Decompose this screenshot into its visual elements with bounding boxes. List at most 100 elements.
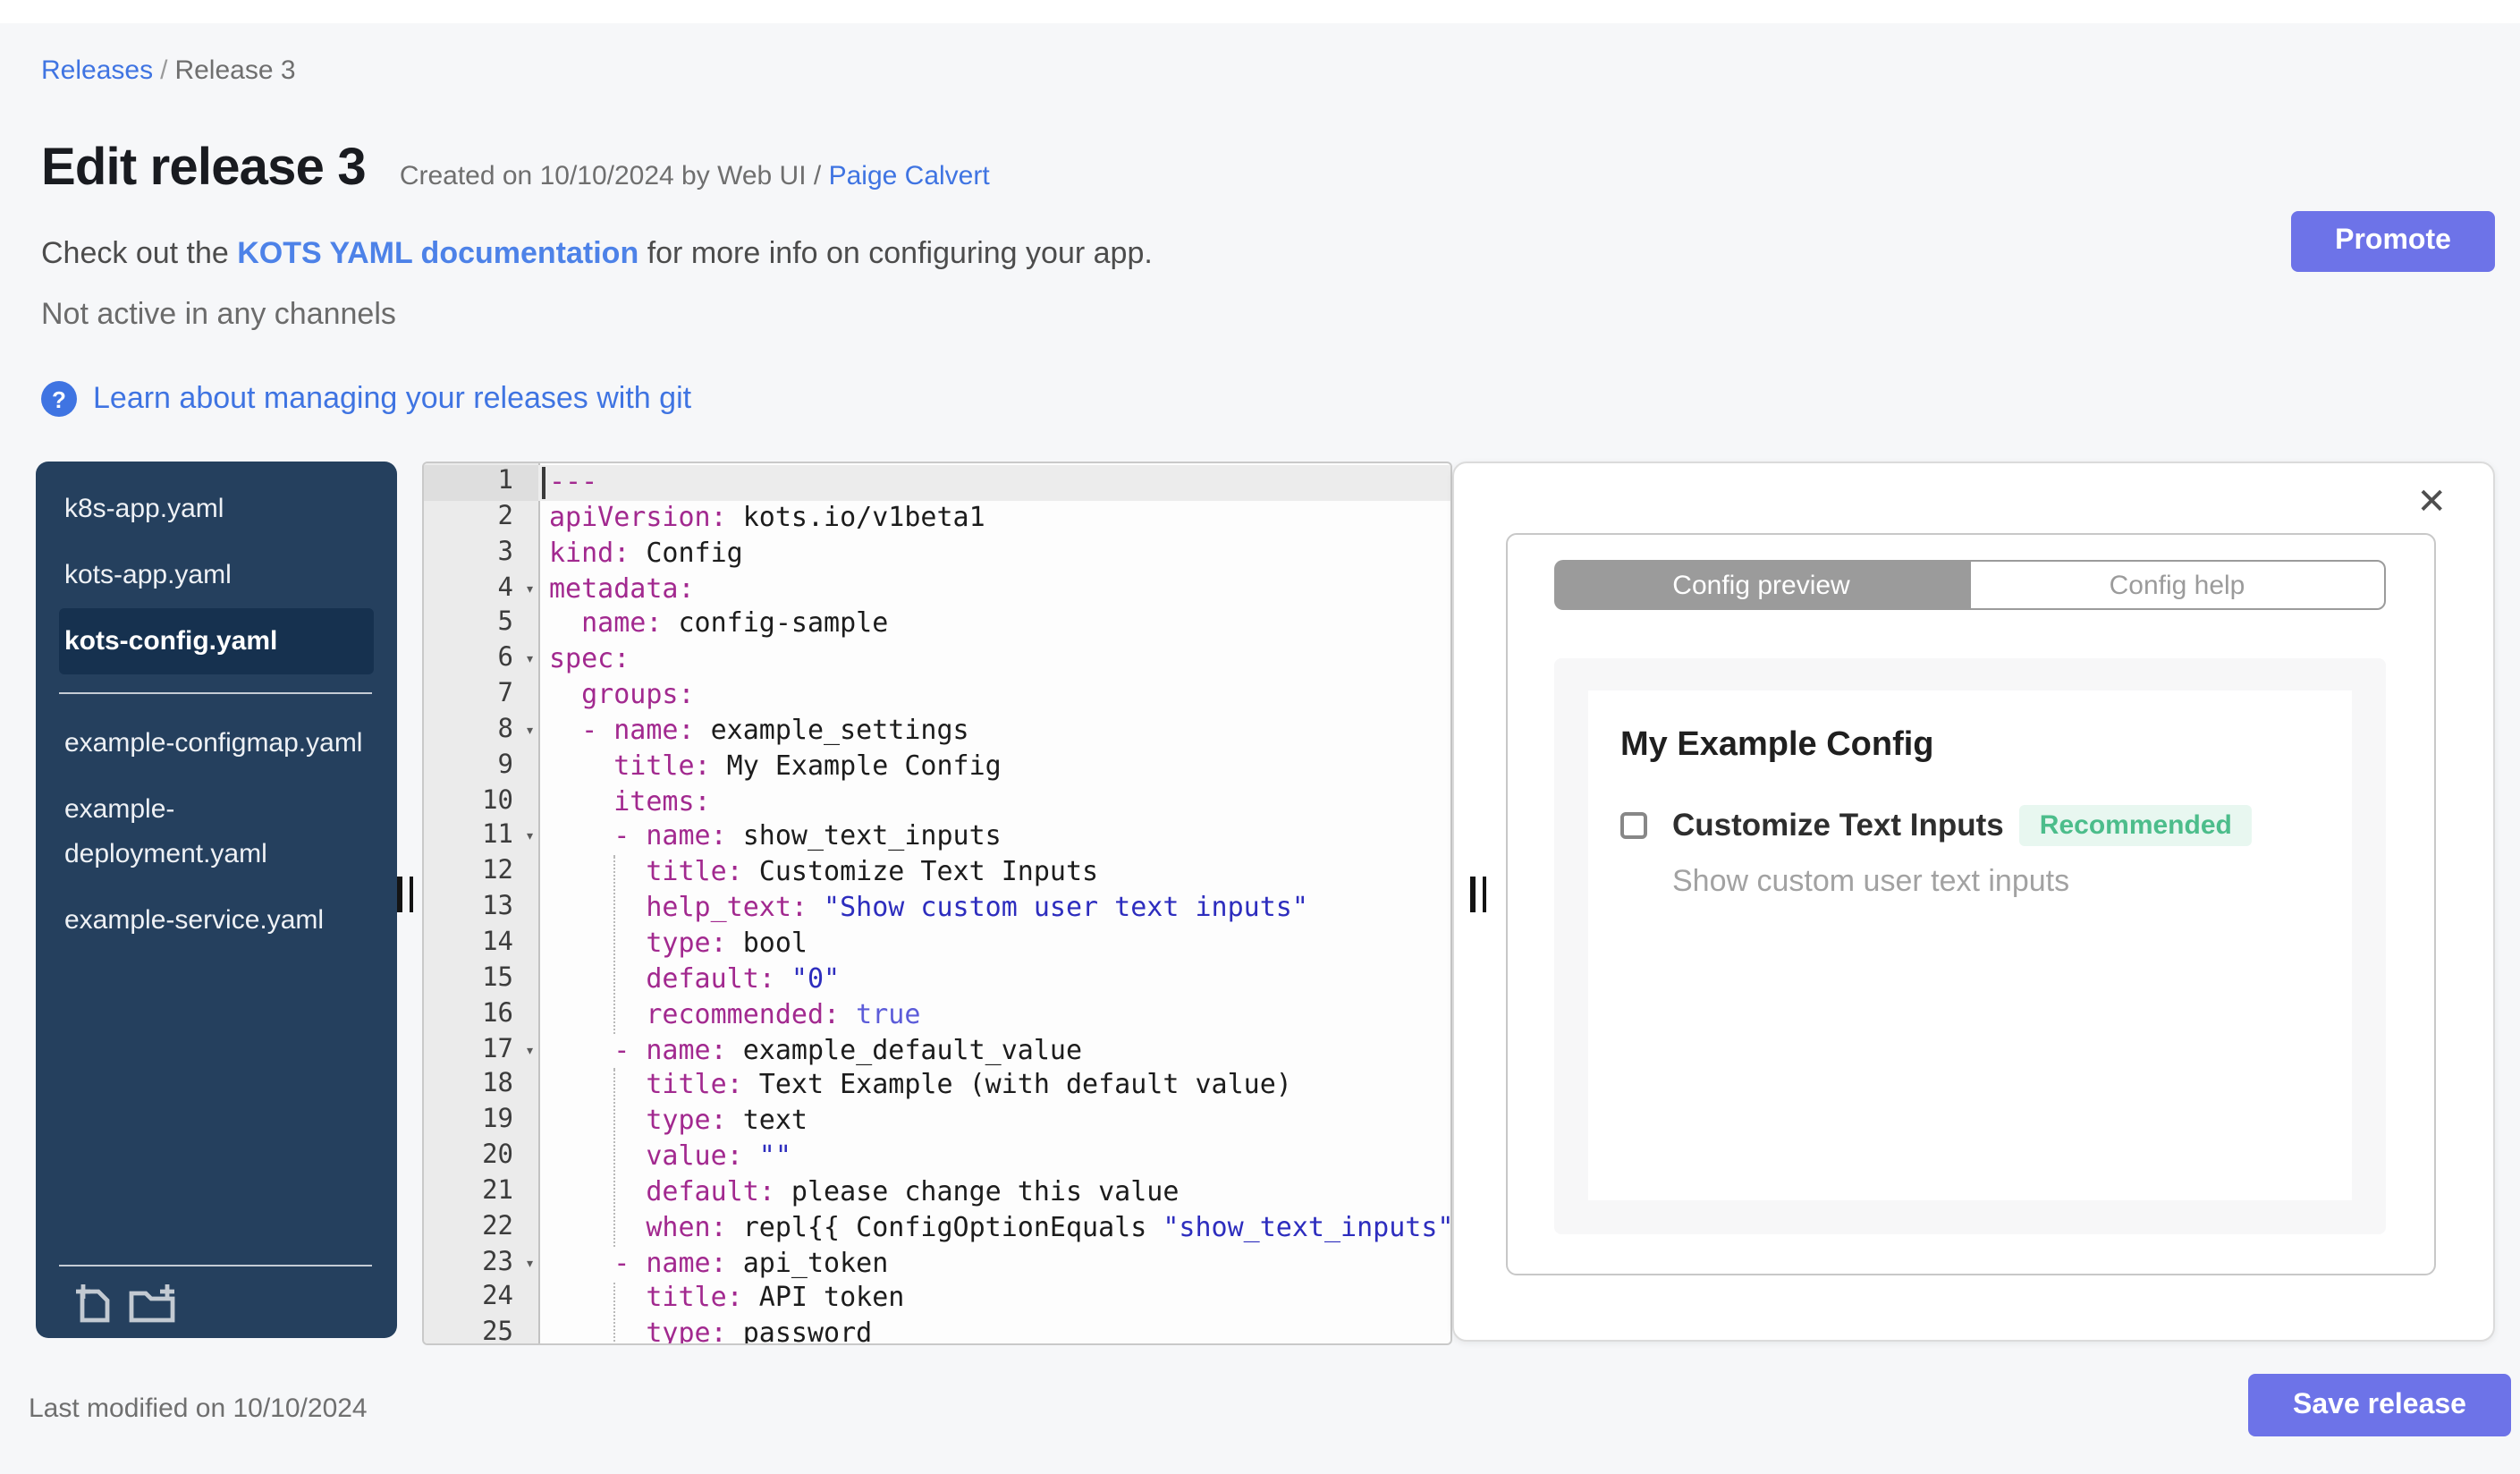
promote-button[interactable]: Promote bbox=[2291, 211, 2495, 272]
config-checkbox[interactable] bbox=[1620, 812, 1647, 839]
resize-handle-left[interactable] bbox=[397, 877, 413, 912]
git-releases-link[interactable]: Learn about managing your releases with … bbox=[93, 381, 691, 417]
code-line[interactable]: 15 default: "0" bbox=[424, 962, 1450, 998]
code-text: - name: api_token bbox=[538, 1246, 1450, 1282]
fold-arrow-icon[interactable]: ▾ bbox=[525, 822, 535, 858]
code-token: Customize Text Inputs bbox=[742, 855, 1099, 888]
line-number: 21 bbox=[482, 1176, 513, 1206]
code-token: true bbox=[840, 997, 921, 1030]
file-item[interactable]: example-configmap.yaml bbox=[59, 710, 374, 776]
file-item[interactable]: kots-app.yaml bbox=[59, 542, 374, 608]
docs-prefix: Check out the bbox=[41, 236, 238, 270]
code-token: title: bbox=[613, 749, 711, 782]
code-token: type: bbox=[646, 1104, 727, 1137]
created-user-link[interactable]: Paige Calvert bbox=[829, 161, 990, 191]
code-line[interactable]: 24 title: API token bbox=[424, 1282, 1450, 1317]
code-token: title: bbox=[646, 1068, 743, 1101]
add-folder-icon bbox=[129, 1283, 175, 1322]
code-line[interactable]: 4 ▾ metadata: bbox=[424, 572, 1450, 607]
code-line[interactable]: 16 recommended: true bbox=[424, 997, 1450, 1033]
line-number: 24 bbox=[482, 1283, 513, 1312]
code-token: API token bbox=[742, 1281, 905, 1314]
line-number: 6 ▾ bbox=[424, 642, 538, 678]
code-line[interactable]: 2 apiVersion: kots.io/v1beta1 bbox=[424, 501, 1450, 537]
code-token: value: bbox=[646, 1139, 743, 1173]
code-line[interactable]: 20 value: "" bbox=[424, 1139, 1450, 1175]
code-token: metadata: bbox=[549, 572, 695, 605]
channel-status: Not active in any channels bbox=[41, 297, 396, 331]
code-token: bool bbox=[726, 926, 808, 959]
code-token: when: bbox=[646, 1210, 727, 1243]
code-line[interactable]: 21 default: please change this value bbox=[424, 1175, 1450, 1211]
code-token: spec: bbox=[549, 642, 630, 675]
file-item[interactable]: example-deployment.yaml bbox=[59, 776, 374, 887]
code-line[interactable]: 5 name: config-sample bbox=[424, 607, 1450, 643]
code-text: help_text: "Show custom user text inputs… bbox=[538, 891, 1450, 927]
fold-arrow-icon[interactable]: ▾ bbox=[525, 644, 535, 680]
kots-docs-link[interactable]: KOTS YAML documentation bbox=[237, 236, 638, 270]
code-line[interactable]: 22 when: repl{{ ConfigOptionEquals "show… bbox=[424, 1210, 1450, 1246]
file-list: k8s-app.yaml kots-app.yaml kots-config.yam… bbox=[36, 462, 397, 1265]
code-text: apiVersion: kots.io/v1beta1 bbox=[538, 501, 1450, 537]
code-line[interactable]: 23 ▾ - name: api_token bbox=[424, 1246, 1450, 1282]
code-line[interactable]: 11 ▾ - name: show_text_inputs bbox=[424, 820, 1450, 856]
code-line[interactable]: 1 --- bbox=[424, 465, 1450, 501]
tab-config-preview[interactable]: Config preview bbox=[1554, 560, 1968, 610]
code-line[interactable]: 25 type: password bbox=[424, 1317, 1450, 1345]
add-file-button[interactable] bbox=[75, 1282, 113, 1323]
code-line[interactable]: 6 ▾ spec: bbox=[424, 642, 1450, 678]
code-token: apiVersion: bbox=[549, 500, 727, 533]
close-icon[interactable]: ✕ bbox=[2416, 483, 2447, 522]
line-number: 10 bbox=[482, 786, 513, 816]
line-number: 12 bbox=[482, 857, 513, 886]
code-token: My Example Config bbox=[710, 749, 1002, 782]
code-line[interactable]: 19 type: text bbox=[424, 1104, 1450, 1139]
save-release-button[interactable]: Save release bbox=[2248, 1374, 2511, 1436]
code-token: - name: bbox=[613, 1246, 727, 1279]
help-question-icon[interactable]: ? bbox=[41, 381, 77, 417]
code-line[interactable]: 12 title: Customize Text Inputs bbox=[424, 856, 1450, 892]
fold-arrow-icon[interactable]: ▾ bbox=[525, 1248, 535, 1283]
docs-line: Check out the KOTS YAML documentation fo… bbox=[41, 236, 1153, 270]
code-token: repl{{ ConfigOptionEquals bbox=[726, 1210, 1163, 1243]
add-folder-button[interactable] bbox=[129, 1282, 177, 1323]
code-line[interactable]: 7 groups: bbox=[424, 678, 1450, 714]
line-number: 16 bbox=[482, 999, 513, 1029]
code-line[interactable]: 9 title: My Example Config bbox=[424, 750, 1450, 785]
file-item[interactable]: kots-config.yaml bbox=[59, 608, 374, 674]
fold-arrow-icon[interactable]: ▾ bbox=[525, 573, 535, 609]
line-number: 22 bbox=[482, 1212, 513, 1241]
code-line[interactable]: 14 type: bool bbox=[424, 927, 1450, 962]
line-number: 20 bbox=[482, 1141, 513, 1171]
code-text: title: API token bbox=[538, 1282, 1450, 1317]
code-token: type: bbox=[646, 1317, 727, 1345]
code-text: --- bbox=[538, 465, 1450, 501]
code-token: help_text: bbox=[646, 891, 808, 924]
file-item[interactable]: example-service.yaml bbox=[59, 887, 374, 953]
code-line[interactable]: 17 ▾ - name: example_default_value bbox=[424, 1033, 1450, 1069]
tab-config-help[interactable]: Config help bbox=[1968, 560, 2386, 610]
code-token: items: bbox=[613, 784, 711, 817]
fold-arrow-icon[interactable]: ▾ bbox=[525, 1035, 535, 1071]
code-line[interactable]: 3 kind: Config bbox=[424, 536, 1450, 572]
code-token: "0" bbox=[774, 961, 841, 995]
fold-arrow-icon[interactable]: ▾ bbox=[525, 716, 535, 751]
text-cursor bbox=[542, 467, 545, 499]
yaml-editor[interactable]: 1 --- 2 apiVersion: kots.io/v1beta1 3 kind: C… bbox=[422, 462, 1452, 1345]
code-line[interactable]: 18 title: Text Example (with default val… bbox=[424, 1069, 1450, 1105]
resize-handle-right[interactable] bbox=[1470, 877, 1486, 912]
file-item[interactable]: k8s-app.yaml bbox=[59, 476, 374, 542]
code-line[interactable]: 8 ▾ - name: example_settings bbox=[424, 714, 1450, 750]
code-text: recommended: true bbox=[538, 997, 1450, 1033]
code-line[interactable]: 13 help_text: "Show custom user text inp… bbox=[424, 891, 1450, 927]
preview-content-area: My Example Config Customize Text Inputs … bbox=[1554, 658, 2386, 1234]
breadcrumb-releases-link[interactable]: Releases bbox=[41, 55, 153, 86]
code-token: Text Example (with default value) bbox=[742, 1068, 1292, 1101]
code-line[interactable]: 10 items: bbox=[424, 784, 1450, 820]
code-token: recommended: bbox=[646, 997, 841, 1030]
sidebar-bottom-bar bbox=[59, 1265, 372, 1338]
git-help-line[interactable]: ? Learn about managing your releases wit… bbox=[41, 381, 691, 417]
